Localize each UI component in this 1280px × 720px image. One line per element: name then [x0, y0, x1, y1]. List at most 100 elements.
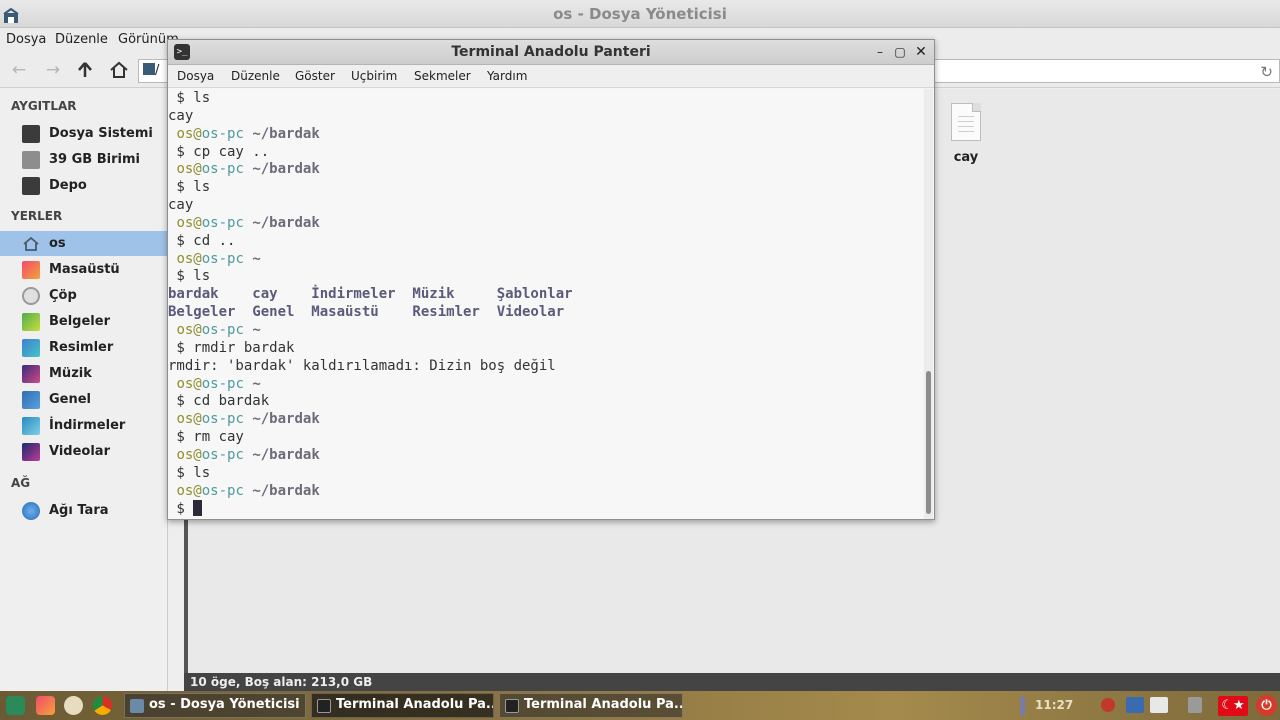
prompt-at: @ — [193, 375, 202, 392]
sidebar-item-public[interactable]: Genel — [0, 387, 168, 412]
path-text: / — [155, 63, 160, 78]
clock[interactable]: 11:27 — [1035, 698, 1073, 712]
sidebar-item-os[interactable]: os — [0, 231, 168, 256]
term-menu-help[interactable]: Yardım — [487, 69, 527, 83]
file-manager-launcher-icon[interactable] — [64, 696, 83, 715]
prompt-host: os-pc — [201, 446, 244, 463]
desktop-icon — [22, 261, 40, 279]
text-file-icon[interactable] — [951, 103, 981, 141]
minimize-icon[interactable]: – — [872, 43, 888, 61]
prompt-symbol: $ — [168, 393, 185, 410]
terminal-output-line: cay — [168, 108, 923, 126]
videos-folder-icon — [22, 443, 40, 461]
up-arrow-icon[interactable] — [72, 58, 98, 82]
sidebar-item-browse-network[interactable]: Ağı Tara — [0, 498, 168, 523]
sidebar-item-label: Masaüstü — [49, 262, 120, 277]
prompt-symbol: $ — [168, 429, 185, 446]
sidebar-item-desktop[interactable]: Masaüstü — [0, 257, 168, 282]
sidebar-item-downloads[interactable]: İndirmeler — [0, 413, 168, 438]
prompt-symbol: $ — [168, 268, 185, 285]
back-arrow-icon[interactable]: ← — [6, 58, 32, 82]
file-label[interactable]: cay — [940, 150, 992, 165]
terminal-command-line: $ rm cay — [168, 429, 923, 447]
close-icon[interactable]: ✕ — [913, 43, 929, 61]
sidebar-item-depo[interactable]: Depo — [0, 173, 168, 198]
command-text: ls — [184, 464, 211, 481]
terminal-titlebar[interactable]: >_ Terminal Anadolu Panteri – ▢ ✕ — [168, 40, 934, 65]
drive-icon — [22, 125, 40, 143]
app-menu-icon[interactable] — [6, 696, 25, 715]
prompt-path: ~/bardak — [243, 125, 320, 142]
task-terminal-1[interactable]: Terminal Anadolu Pa... — [311, 693, 494, 718]
terminal-scrollbar[interactable] — [924, 89, 933, 519]
volume-icon[interactable] — [1188, 697, 1202, 713]
power-icon[interactable]: ⏻ — [1256, 695, 1277, 716]
record-icon[interactable] — [1101, 698, 1115, 712]
prompt-symbol: $ — [168, 464, 185, 481]
sidebar: AYGITLAR Dosya Sistemi 39 GB Birimi Depo… — [0, 89, 168, 691]
screenshot-icon[interactable] — [1150, 697, 1168, 713]
terminal-prompt-line: os@os-pc ~/bardak — [168, 411, 923, 429]
task-label: os - Dosya Yöneticisi — [149, 697, 300, 712]
location-path-field-right[interactable]: ↻ — [934, 59, 1280, 83]
terminal-prompt-line: os@os-pc ~ — [168, 322, 923, 340]
status-bar: 10 öge, Boş alan: 213,0 GB — [184, 673, 1280, 691]
maximize-icon[interactable]: ▢ — [892, 43, 908, 61]
reload-icon[interactable]: ↻ — [1260, 63, 1273, 81]
forward-arrow-icon[interactable]: → — [40, 58, 66, 82]
term-menu-tabs[interactable]: Sekmeler — [414, 69, 471, 83]
fm-menu-file[interactable]: Dosya — [6, 32, 46, 47]
sidebar-item-label: Ağı Tara — [49, 503, 109, 518]
prompt-host: os-pc — [201, 214, 244, 231]
input-space — [185, 501, 193, 517]
directory-names: bardak cay İndirmeler Müzik Şablonlar — [168, 286, 573, 303]
sidebar-item-pictures[interactable]: Resimler — [0, 335, 168, 360]
command-text: ls — [184, 90, 211, 106]
terminal-command-line: $ ls — [168, 465, 923, 483]
taskbar: os - Dosya Yöneticisi Terminal Anadolu P… — [0, 691, 1280, 720]
file-manager-title: os - Dosya Yöneticisi — [553, 5, 727, 23]
terminal-command-line: $ ls — [168, 268, 923, 286]
task-label: Terminal Anadolu Pa... — [524, 697, 683, 712]
network-status-icon[interactable] — [1126, 697, 1144, 713]
workspace-indicator[interactable] — [1020, 696, 1025, 716]
terminal-input-line: $ — [168, 500, 923, 518]
prompt-symbol: $ — [168, 232, 185, 249]
prompt-user: os — [176, 161, 194, 178]
show-desktop-icon[interactable] — [36, 696, 55, 715]
file-manager-titlebar[interactable]: os - Dosya Yöneticisi — [0, 0, 1280, 28]
terminal-output[interactable]: $ ls cay os@os-pc ~/bardak $ cp cay .. os… — [168, 89, 923, 519]
home-icon[interactable] — [106, 58, 132, 82]
terminal-prompt-line: os@os-pc ~/bardak — [168, 483, 923, 501]
sidebar-item-trash[interactable]: Çöp — [0, 283, 168, 308]
output-text: cay — [168, 107, 194, 124]
command-text: cd .. — [184, 232, 236, 249]
term-menu-file[interactable]: Dosya — [177, 69, 214, 83]
sidebar-item-filesystem[interactable]: Dosya Sistemi — [0, 121, 168, 146]
term-menu-terminal[interactable]: Uçbirim — [351, 69, 397, 83]
sidebar-item-music[interactable]: Müzik — [0, 361, 168, 386]
chrome-icon[interactable] — [93, 696, 112, 715]
term-menu-view[interactable]: Göster — [295, 69, 335, 83]
term-menu-edit[interactable]: Düzenle — [231, 69, 280, 83]
sidebar-item-volume[interactable]: 39 GB Birimi — [0, 147, 168, 172]
prompt-host: os-pc — [201, 125, 244, 142]
terminal-prompt-line: os@os-pc ~ — [168, 251, 923, 269]
terminal-icon — [505, 699, 519, 713]
terminal-command-line: $ cd .. — [168, 233, 923, 251]
prompt-at: @ — [193, 250, 202, 267]
task-terminal-2[interactable]: Terminal Anadolu Pa... — [499, 693, 683, 718]
task-file-manager[interactable]: os - Dosya Yöneticisi — [124, 693, 306, 718]
sidebar-item-label: Dosya Sistemi — [49, 126, 153, 141]
trash-icon — [22, 287, 40, 305]
prompt-path: ~/bardak — [243, 214, 320, 231]
turkish-flag-icon[interactable]: ☾★ — [1218, 696, 1248, 716]
terminal-prompt-line: os@os-pc ~/bardak — [168, 215, 923, 233]
fm-menu-edit[interactable]: Düzenle — [55, 32, 108, 47]
prompt-at: @ — [193, 161, 202, 178]
scrollbar-thumb[interactable] — [926, 371, 931, 514]
home-icon — [23, 236, 39, 251]
sidebar-item-videos[interactable]: Videolar — [0, 439, 168, 464]
prompt-host: os-pc — [201, 250, 244, 267]
sidebar-item-documents[interactable]: Belgeler — [0, 309, 168, 334]
